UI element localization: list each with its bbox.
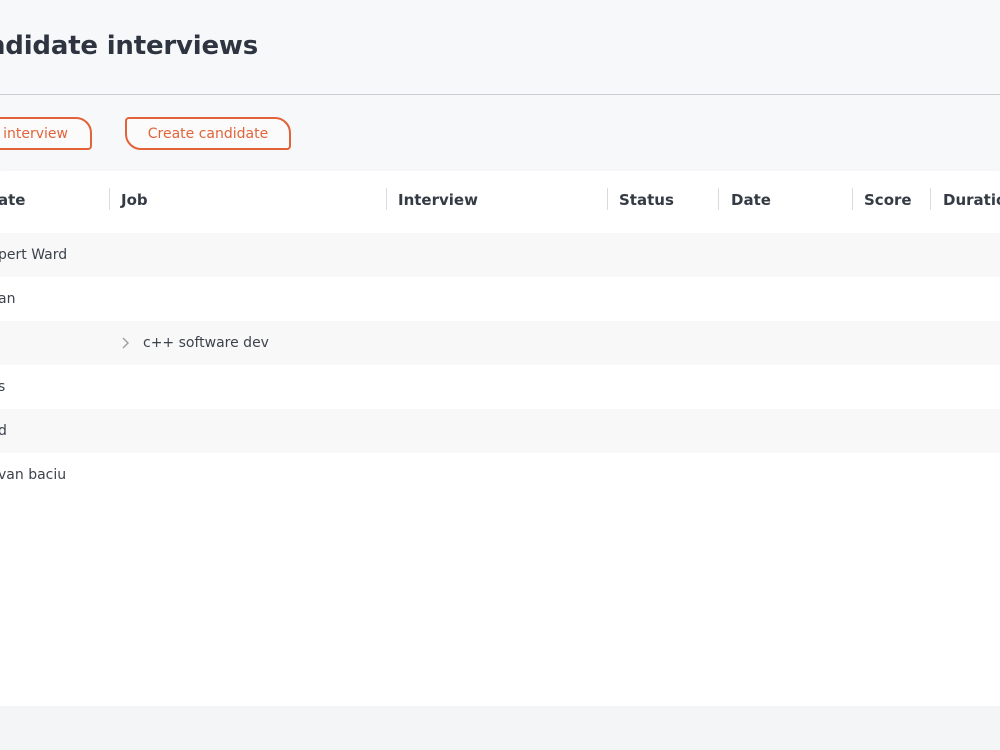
table-row[interactable]: van baciu [0,453,1000,497]
column-header-status[interactable]: Status [619,171,674,229]
column-separator[interactable] [386,188,387,210]
column-separator[interactable] [109,188,110,210]
header-divider [0,94,1000,95]
table-row[interactable]: d [0,409,1000,453]
column-header-date[interactable]: Date [731,171,771,229]
candidate-cell: d [0,423,7,439]
table-row[interactable]: c++ software dev [0,321,1000,365]
column-header-candidate[interactable]: ate [0,171,25,229]
chevron-right-icon[interactable] [120,321,134,365]
page-title: ndidate interviews [0,26,540,66]
column-header-interview[interactable]: Interview [398,171,478,229]
table-header: ate Job Interview Status Date Score Dura… [0,171,1000,229]
create-candidate-label: Create candidate [147,125,269,142]
column-header-score[interactable]: Score [864,171,912,229]
interviews-table: ate Job Interview Status Date Score Dura… [0,171,1000,706]
candidate-cell: an [0,291,16,307]
table-row[interactable]: pert Ward [0,233,1000,277]
column-separator[interactable] [930,188,931,210]
column-header-duration[interactable]: Duratio [943,171,1000,229]
candidate-cell: van baciu [0,467,67,483]
column-separator[interactable] [718,188,719,210]
candidate-cell: pert Ward [0,247,68,263]
page-footer-space [0,706,1000,750]
page-title-text: ndidate interviews [0,31,258,61]
table-row[interactable]: an [0,277,1000,321]
column-separator[interactable] [852,188,853,210]
create-interview-label: interview [3,125,68,142]
column-separator[interactable] [607,188,608,210]
table-row[interactable]: s [0,365,1000,409]
candidate-cell: s [0,379,6,395]
job-cell: c++ software dev [143,335,269,351]
column-header-job[interactable]: Job [121,171,148,229]
create-candidate-button[interactable]: Create candidate [125,117,291,150]
create-interview-button[interactable]: interview [0,117,92,150]
